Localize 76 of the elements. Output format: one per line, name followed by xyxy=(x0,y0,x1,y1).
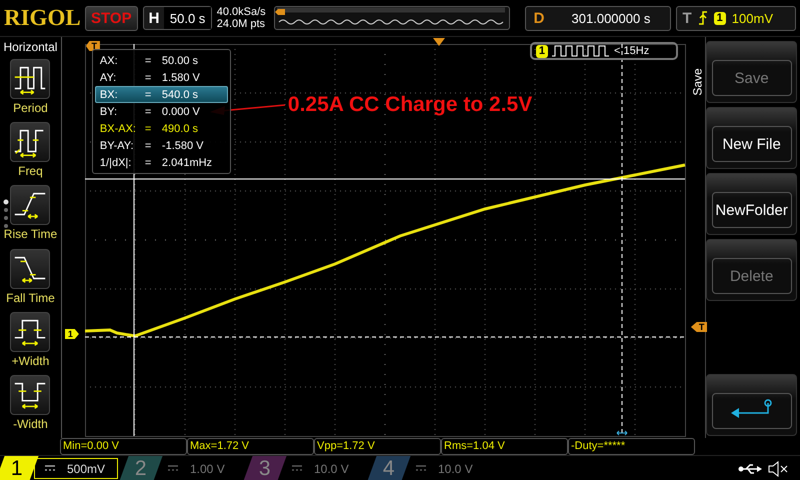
readout-value: 0.000 V xyxy=(162,106,201,118)
freq-icon xyxy=(10,122,50,162)
measure-button[interactable]: Rise Time xyxy=(4,185,58,249)
counter-channel: 1 xyxy=(536,44,548,58)
muted-speaker-icon xyxy=(768,460,788,476)
measure-button[interactable]: Period xyxy=(10,59,50,122)
measurement-value: Max=1.72 V xyxy=(187,438,314,455)
timebase-box[interactable]: H 50.0 s xyxy=(142,6,212,30)
channel-offset-marker[interactable]: 1 xyxy=(64,329,79,339)
return-button[interactable] xyxy=(706,374,798,436)
measure-button[interactable]: -Width xyxy=(10,374,50,438)
panel-title: Horizontal xyxy=(3,40,58,54)
menu-button[interactable]: NewFolder xyxy=(706,173,798,235)
trigger-level: 100mV xyxy=(732,10,773,26)
readout-value: 50.00 s xyxy=(162,54,200,66)
rising-edge-icon xyxy=(698,11,708,25)
readout-value: 1.580 V xyxy=(162,72,201,84)
pwidth-icon xyxy=(10,312,50,352)
equals-sign: = xyxy=(144,88,152,100)
readout-value: -1.580 V xyxy=(162,140,205,152)
measurement-value: Rms=1.04 V xyxy=(441,438,568,455)
readout-label: BY: xyxy=(100,106,118,118)
measurement-value: -Duty=***** xyxy=(568,438,695,455)
nwidth-icon xyxy=(10,374,50,415)
equals-sign: = xyxy=(144,140,152,152)
readout-label: 1/|dX|: xyxy=(100,156,132,168)
timebase-value: 50.0 s xyxy=(164,7,211,29)
measure-button[interactable]: Freq xyxy=(10,122,50,186)
channel-tab[interactable]: 3 xyxy=(243,456,287,480)
measurement-value: Min=0.00 V xyxy=(60,438,187,455)
cursor-line[interactable] xyxy=(84,336,686,338)
trigger-box[interactable]: T 1 100mV xyxy=(676,6,796,30)
readout-label: BX: xyxy=(100,88,119,100)
delay-box[interactable]: D 301.000000 s xyxy=(524,6,670,30)
timebase-label: H xyxy=(148,10,160,26)
rise-icon xyxy=(10,185,50,226)
trigger-source: 1 xyxy=(714,12,726,24)
delay-label: D xyxy=(532,10,546,26)
measurement-value: Vpp=1.72 V xyxy=(314,438,441,455)
equals-sign: = xyxy=(144,72,152,84)
page-dots-icon xyxy=(2,199,10,229)
readout-value: 490.0 s xyxy=(162,122,200,134)
readout-label: BX-AX: xyxy=(100,122,137,134)
square-wave-icon xyxy=(552,45,610,57)
trigger-level-marker[interactable]: T xyxy=(690,322,708,332)
trigger-position-icon xyxy=(432,37,446,47)
equals-sign: = xyxy=(144,54,152,66)
fall-icon xyxy=(10,248,50,289)
readout-label: AY: xyxy=(100,72,118,84)
period-icon xyxy=(10,59,50,99)
equals-sign: = xyxy=(144,122,152,134)
measure-button[interactable]: Fall Time xyxy=(6,248,55,312)
readout-label: AX: xyxy=(100,54,119,66)
dc-coupling-icon xyxy=(45,464,55,472)
channel-scale[interactable]: 500mV xyxy=(34,458,118,479)
equals-sign: = xyxy=(144,106,152,118)
menu-title: Save xyxy=(690,68,705,96)
cursor-marker-icon xyxy=(616,430,628,436)
readout-value: 2.041mHz xyxy=(162,156,214,168)
equals-sign: = xyxy=(144,156,152,168)
memory-depth: 24.0M pts xyxy=(216,18,266,30)
readout-label: BY-AY: xyxy=(100,140,135,152)
measure-button[interactable]: +Width xyxy=(10,312,50,375)
trigger-label: T xyxy=(682,10,692,26)
counter-reading: < 15Hz xyxy=(614,45,650,57)
dc-coupling-icon xyxy=(168,464,178,472)
channel-tab[interactable]: 1 xyxy=(0,456,39,480)
delay-value: 301.000000 s xyxy=(570,10,652,26)
readout-value: 540.0 s xyxy=(162,88,200,100)
annotation-text: 0.25A CC Charge to 2.5V xyxy=(288,93,532,117)
dc-coupling-icon xyxy=(292,464,302,472)
dc-coupling-icon xyxy=(416,464,426,472)
usb-icon xyxy=(738,462,762,474)
brand-logo: RIGOL xyxy=(4,5,80,31)
sample-rate: 40.0kSa/s xyxy=(216,6,267,18)
menu-button[interactable]: New File xyxy=(706,107,798,169)
